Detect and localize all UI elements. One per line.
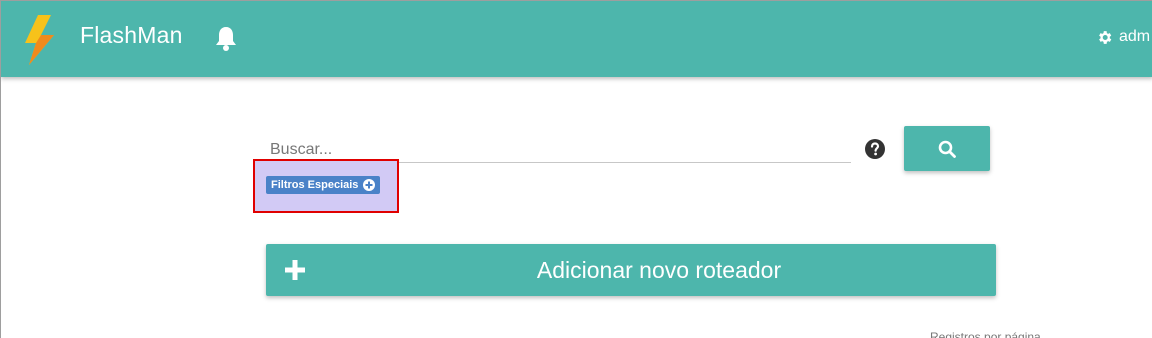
special-filters-button[interactable]: Filtros Especiais (266, 176, 381, 194)
user-name: adm (1119, 28, 1151, 45)
app-window: FlashMan adm Filtros Especiais (0, 0, 1152, 338)
question-circle-icon[interactable] (864, 138, 886, 160)
gear-icon (1099, 30, 1112, 44)
search-icon (938, 140, 956, 158)
search-button[interactable] (904, 126, 990, 171)
user-menu[interactable]: adm (1096, 28, 1150, 46)
add-router-button[interactable]: Adicionar novo roteador (266, 244, 996, 296)
bell-icon[interactable] (214, 25, 238, 51)
plus-circle-icon (363, 179, 376, 191)
brand-title[interactable]: FlashMan (80, 22, 183, 49)
records-per-page-label: Registros por página (930, 330, 1041, 338)
special-filters-label: Filtros Especiais (271, 179, 359, 191)
add-router-label: Adicionar novo roteador (536, 257, 782, 283)
top-navbar: FlashMan adm (1, 1, 1152, 77)
lightning-bolt-icon[interactable] (21, 13, 61, 67)
